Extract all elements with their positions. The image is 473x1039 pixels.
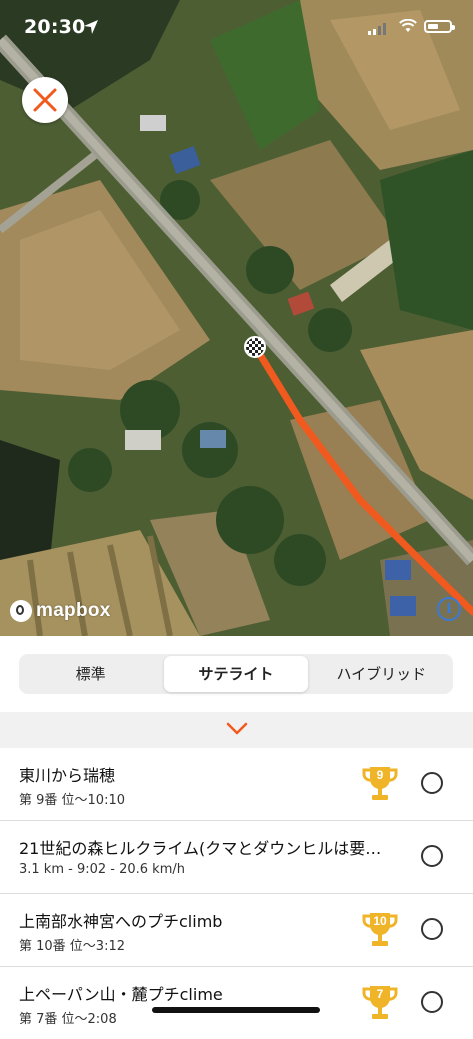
segmented-control: 標準 サテライト ハイブリッド	[19, 654, 453, 694]
select-radio[interactable]	[421, 845, 443, 867]
segment-title: 上南部水神宮へのプチclimb	[19, 912, 223, 931]
mapbox-logo[interactable]: mapbox	[10, 598, 111, 624]
trophy-rank: 7	[376, 987, 384, 1001]
battery-icon	[424, 20, 455, 33]
segment-title: 上ペーパン山・麓プチclime	[19, 985, 223, 1004]
cellular-signal-icon	[368, 23, 386, 35]
status-time: 20:30	[24, 16, 86, 38]
location-arrow-icon	[84, 20, 98, 34]
status-bar: 20:30	[0, 0, 473, 48]
segment-subtitle: 第 7番 位〜2:08	[19, 1012, 117, 1027]
satellite-imagery	[0, 0, 473, 636]
close-icon	[33, 88, 57, 112]
map-type-hybrid[interactable]: ハイブリッド	[310, 654, 453, 694]
select-radio[interactable]	[421, 918, 443, 940]
segment-title: 21世紀の森ヒルクライム(クマとダウンヒルは要…	[19, 839, 382, 858]
home-indicator[interactable]	[152, 1007, 320, 1013]
map-type-satellite[interactable]: サテライト	[164, 656, 308, 692]
trophy-rank: 10	[373, 914, 387, 928]
segment-list: 東川から瑞穂 第 9番 位〜10:10 9 21世紀の森ヒルクライム(クマとダウ…	[0, 748, 473, 1039]
trophy-icon: 7	[362, 984, 398, 1022]
select-radio[interactable]	[421, 991, 443, 1013]
attribution-info-icon[interactable]: i	[437, 597, 461, 621]
mapbox-icon	[10, 600, 32, 622]
segment-subtitle: 3.1 km - 9:02 - 20.6 km/h	[19, 862, 185, 877]
close-button[interactable]	[22, 77, 68, 123]
list-item[interactable]: 東川から瑞穂 第 9番 位〜10:10 9	[0, 748, 473, 821]
select-radio[interactable]	[421, 772, 443, 794]
list-item[interactable]: 上南部水神宮へのプチclimb 第 10番 位〜3:12 10	[0, 894, 473, 967]
map-type-selector: 標準 サテライト ハイブリッド	[0, 636, 473, 712]
collapse-bar[interactable]	[0, 712, 473, 748]
segment-title: 東川から瑞穂	[19, 766, 116, 785]
trophy-icon: 10	[362, 911, 398, 949]
list-item[interactable]: 21世紀の森ヒルクライム(クマとダウンヒルは要… 3.1 km - 9:02 -…	[0, 821, 473, 894]
list-item[interactable]: 上ペーパン山・麓プチclime 第 7番 位〜2:08 7	[0, 967, 473, 1039]
mapbox-label: mapbox	[36, 600, 111, 621]
trophy-rank: 9	[376, 768, 384, 782]
finish-flag-marker[interactable]	[244, 336, 266, 358]
segment-subtitle: 第 10番 位〜3:12	[19, 939, 125, 954]
trophy-icon: 9	[362, 765, 398, 803]
segment-subtitle: 第 9番 位〜10:10	[19, 793, 125, 808]
wifi-icon	[399, 19, 417, 32]
map-type-standard[interactable]: 標準	[19, 654, 162, 694]
map-view[interactable]: 20:30 mapbox i	[0, 0, 473, 636]
chevron-down-icon	[226, 722, 248, 735]
